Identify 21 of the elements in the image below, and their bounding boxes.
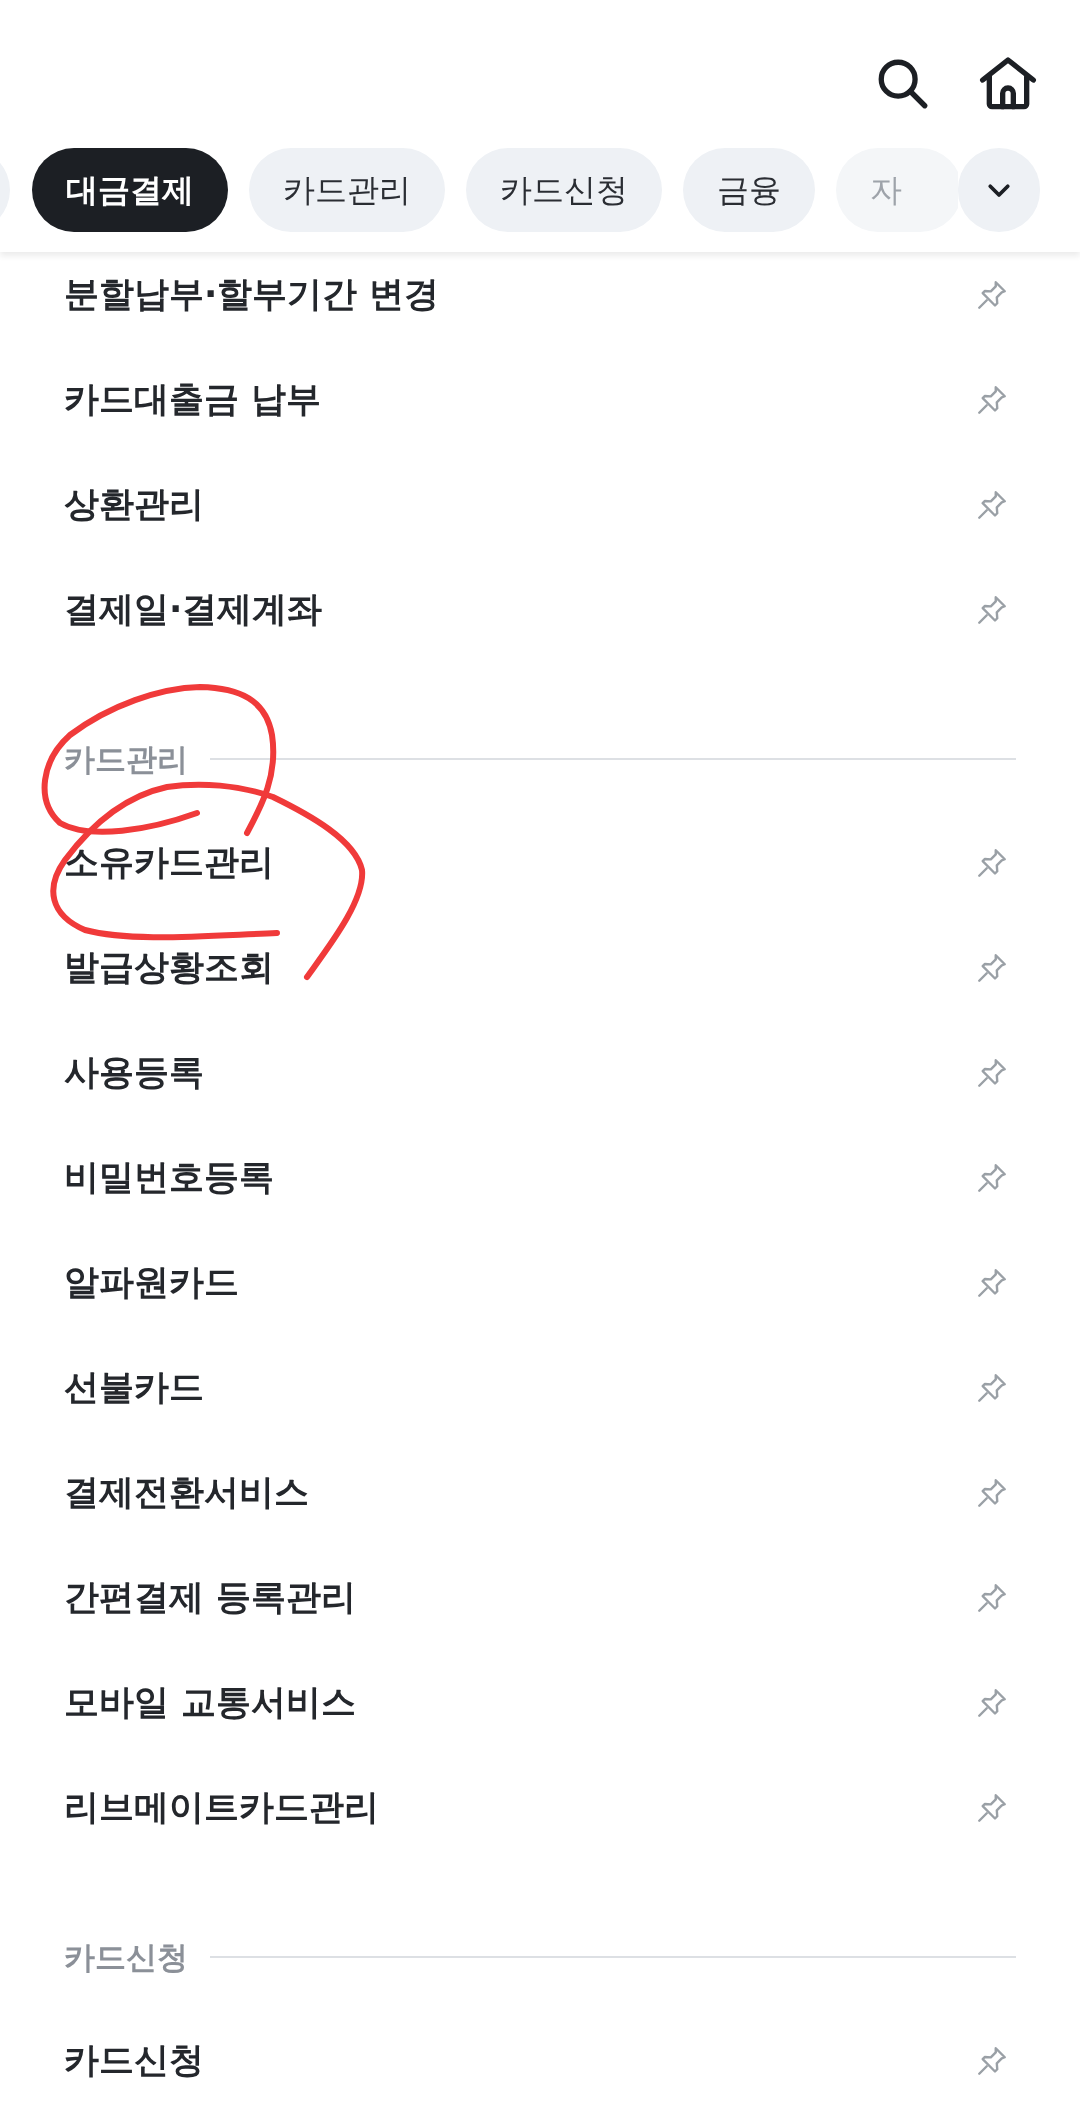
menu-item[interactable]: 사용등록 [64,1046,204,1099]
menu-item[interactable]: 비밀번호등록 [64,1151,274,1204]
menu-item[interactable]: 결제전환서비스 [64,1466,309,1519]
menu-item[interactable]: 리브메이트카드관리 [64,1781,379,1834]
menu-item[interactable]: 모바일 교통서비스 [64,1676,357,1729]
tab[interactable]: 카드신청 [466,148,662,232]
menu-item[interactable]: 카드신청 [64,2034,204,2087]
tab[interactable]: 대금결제 [32,148,228,232]
menu-item[interactable]: 선불카드 [64,1361,204,1414]
menu-item[interactable]: 간편결제 등록관리 [64,1571,357,1624]
tab[interactable]: 카드관리 [249,148,445,232]
menu-item[interactable]: 카드대출금 납부 [64,373,322,426]
menu-item[interactable]: 결제일·결제계좌 [64,583,323,636]
section-title: 카드신청 [64,1937,188,1977]
menu-item[interactable]: 발급상황조회 [64,941,274,994]
menu-item[interactable]: 알파원카드 [64,1256,239,1309]
menu-item[interactable]: 소유카드관리 [64,836,274,889]
section-title: 카드관리 [64,739,188,779]
tab[interactable]: 금융 [683,148,815,232]
menu-item[interactable]: 상환관리 [64,478,204,531]
menu-item[interactable]: 분할납부·할부기간 변경 [64,268,440,321]
